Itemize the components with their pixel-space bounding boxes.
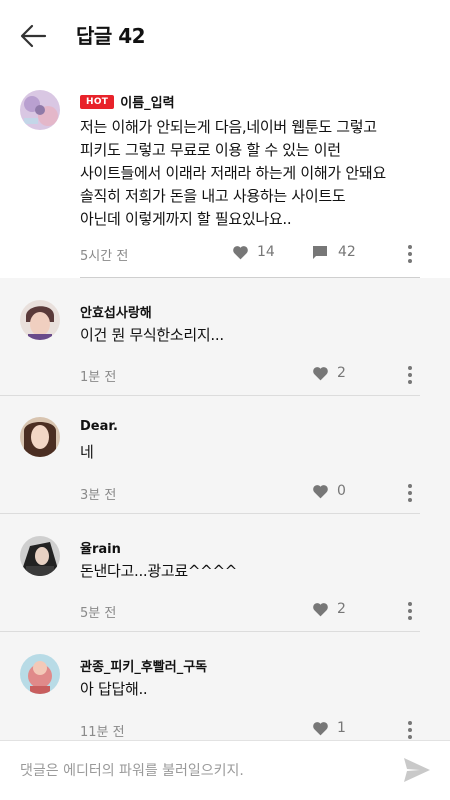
reply-author[interactable]: 관종_피키_후빨러_구독 [80,656,207,675]
reply-count: 42 [338,244,356,260]
comment-time: 5시간 전 [80,249,129,264]
reply-text: 네 [80,443,94,461]
avatar[interactable] [20,536,60,576]
more-options-icon[interactable] [400,599,420,623]
avatar[interactable] [20,417,60,457]
arrow-left-icon [20,24,47,48]
avatar[interactable] [20,654,60,694]
heart-icon [313,602,328,616]
author-row: 관종_피키_후빨러_구독 [80,656,207,675]
back-button[interactable] [18,22,52,50]
reply-author[interactable]: Dear. [80,419,118,434]
heart-icon [313,366,328,380]
like-button[interactable]: 0 [312,483,346,499]
reply-author[interactable]: 율rain [80,538,121,557]
list-item: Dear. 네 3분 전 0 [0,396,450,514]
heart-icon [313,484,328,498]
comment-text: 저는 이해가 안되는게 다음,네이버 웹툰도 그렇고 피키도 그렇고 무료로 이… [80,118,386,228]
list-item: 율rain 돈낸다고...광고료^^^^ 5분 전 2 [0,514,450,632]
reply-text: 아 답답해.. [80,680,148,698]
reply-text: 돈낸다고...광고료^^^^ [80,562,237,580]
comment-input[interactable] [20,753,380,789]
like-button[interactable]: 1 [312,720,346,736]
like-button[interactable]: 2 [312,601,346,617]
list-item: 관종_피키_후빨러_구독 아 답답해.. 11분 전 1 [0,632,450,740]
more-options-icon[interactable] [400,242,420,266]
reply-button[interactable]: 42 [312,244,356,260]
reply-time: 3분 전 [80,488,117,503]
reply-author[interactable]: 안효섭사랑해 [80,302,152,321]
reply-list: 안효섭사랑해 이건 뭔 무식한소리지... 1분 전 2 Dear. 네 3분 … [0,278,450,740]
comment-input-bar [0,740,450,800]
avatar[interactable] [20,300,60,340]
send-button[interactable] [402,756,434,786]
like-count: 2 [337,601,346,617]
send-icon [404,758,430,782]
like-count: 14 [257,244,275,260]
like-button[interactable]: 14 [232,244,275,260]
author-row: HOT 이름_입력 [80,92,175,111]
avatar[interactable] [20,90,60,130]
like-count: 1 [337,720,346,736]
reply-time: 1분 전 [80,370,117,385]
list-item: 안효섭사랑해 이건 뭔 무식한소리지... 1분 전 2 [0,278,450,396]
author-row: 율rain [80,538,121,557]
reply-text: 이건 뭔 무식한소리지... [80,326,224,344]
comment-icon [313,245,327,259]
main-comment: HOT 이름_입력 저는 이해가 안되는게 다음,네이버 웹툰도 그렇고 피키도… [0,72,450,278]
like-button[interactable]: 2 [312,365,346,381]
author-row: 안효섭사랑해 [80,302,152,321]
author-row: Dear. [80,419,118,434]
more-options-icon[interactable] [400,363,420,387]
heart-icon [313,721,328,735]
like-count: 2 [337,365,346,381]
hot-badge: HOT [80,94,115,109]
more-options-icon[interactable] [400,718,420,740]
heart-icon [233,245,248,259]
like-count: 0 [337,483,346,499]
comment-author[interactable]: 이름_입력 [120,92,174,111]
more-options-icon[interactable] [400,481,420,505]
reply-time: 11분 전 [80,725,125,740]
header: 답글 42 [0,0,450,72]
page-title: 답글 42 [76,24,146,48]
reply-time: 5분 전 [80,606,117,621]
